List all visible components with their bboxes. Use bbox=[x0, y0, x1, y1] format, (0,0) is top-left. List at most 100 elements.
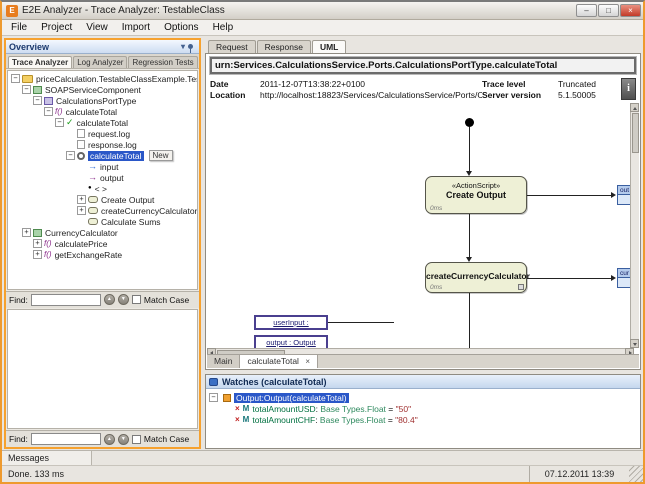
overview-panel: Overview ▾ Trace Analyzer Log Analyzer R… bbox=[4, 38, 201, 449]
resize-grip[interactable] bbox=[629, 466, 643, 482]
date-label: Date bbox=[210, 79, 260, 89]
tree-item-getexchangerate[interactable]: + f() getExchangeRate bbox=[8, 249, 197, 260]
output-object-icon bbox=[223, 394, 231, 402]
tree-item-calculate-sums[interactable]: Calculate Sums bbox=[8, 216, 197, 227]
watch-value: "50" bbox=[396, 404, 412, 414]
tree-item-currencycalculator[interactable]: + CurrencyCalculator bbox=[8, 227, 197, 238]
vertical-scrollbar[interactable] bbox=[630, 103, 639, 348]
menu-file[interactable]: File bbox=[4, 21, 34, 34]
watch-root-row[interactable]: − Output:Output(calculateTotal) bbox=[209, 392, 640, 403]
tree-item-request-log[interactable]: request.log bbox=[8, 128, 197, 139]
collapse-icon[interactable]: − bbox=[66, 151, 75, 160]
tree-item-initialnode[interactable]: ● < > bbox=[8, 183, 197, 194]
pin-icon[interactable] bbox=[188, 44, 193, 49]
tree-item-calculatetotal-op[interactable]: − f() calculateTotal bbox=[8, 106, 197, 117]
watch-item-row[interactable]: × M totalAmountCHF: Base Types.Float = "… bbox=[209, 414, 640, 425]
find-next-button[interactable]: ▼ bbox=[118, 434, 129, 445]
minimize-button[interactable]: – bbox=[576, 4, 597, 17]
match-case-checkbox[interactable] bbox=[132, 295, 141, 304]
tree-item-label: calculateTotal bbox=[77, 118, 129, 128]
collapse-icon[interactable]: − bbox=[55, 118, 64, 127]
expand-icon[interactable]: + bbox=[33, 250, 42, 259]
object-node-userinput[interactable]: userInput : UserInput bbox=[254, 315, 328, 330]
find-next-button[interactable]: ▼ bbox=[118, 294, 129, 305]
scroll-down-button[interactable] bbox=[630, 339, 639, 348]
watch-item-row[interactable]: × M totalAmountUSD: Base Types.Float = "… bbox=[209, 403, 640, 414]
component-icon bbox=[33, 86, 42, 94]
maximize-button[interactable]: □ bbox=[598, 4, 619, 17]
tab-response[interactable]: Response bbox=[257, 40, 311, 53]
flow-edge bbox=[469, 127, 470, 171]
collapse-icon[interactable]: − bbox=[209, 393, 218, 402]
tree-item-label-selected: calculateTotal bbox=[88, 151, 144, 161]
tree-item-calculatetotal-test[interactable]: − ✓ calculateTotal bbox=[8, 117, 197, 128]
component-icon bbox=[33, 229, 42, 237]
tree-item-root[interactable]: − priceCalculation.TestableClassExample.… bbox=[8, 73, 197, 84]
tab-log-analyzer[interactable]: Log Analyzer bbox=[73, 56, 127, 68]
menu-help[interactable]: Help bbox=[206, 21, 241, 34]
tree-item-output[interactable]: → output bbox=[8, 172, 197, 183]
tab-uml[interactable]: UML bbox=[312, 40, 346, 53]
expand-icon[interactable]: + bbox=[33, 239, 42, 248]
tree-item-calculateprice[interactable]: + f() calculatePrice bbox=[8, 238, 197, 249]
vertical-scroll-thumb[interactable] bbox=[632, 113, 639, 153]
find-bar-top: Find: ▲ ▼ Match Case bbox=[6, 291, 199, 308]
title-bar[interactable]: E E2E Analyzer - Trace Analyzer: Testabl… bbox=[2, 2, 643, 20]
initial-node[interactable] bbox=[465, 118, 474, 127]
expand-icon[interactable]: + bbox=[77, 195, 86, 204]
diagram-tab-bar: Main calculateTotal × bbox=[207, 354, 639, 368]
match-case-label: Match Case bbox=[144, 295, 189, 305]
collapse-icon[interactable]: − bbox=[44, 107, 53, 116]
menu-options[interactable]: Options bbox=[157, 21, 205, 34]
find-previous-button[interactable]: ▲ bbox=[104, 434, 115, 445]
match-case-checkbox[interactable] bbox=[132, 435, 141, 444]
tree-item-calculatetotal-trace[interactable]: − calculateTotal New bbox=[8, 150, 197, 161]
watches-tree: − Output:Output(calculateTotal) × M tota… bbox=[206, 389, 640, 425]
collapse-icon[interactable]: − bbox=[11, 74, 20, 83]
action-node-createcurrencycalculator[interactable]: createCurrencyCalculator 0ms bbox=[425, 262, 527, 293]
duration-badge: 0ms bbox=[430, 205, 442, 212]
server-version-value: 5.1.50005 bbox=[558, 90, 616, 100]
tree-item-input[interactable]: → input bbox=[8, 161, 197, 172]
expand-icon[interactable]: + bbox=[77, 206, 86, 215]
find-previous-button[interactable]: ▲ bbox=[104, 294, 115, 305]
close-button[interactable]: × bbox=[620, 4, 641, 17]
action-node-create-output[interactable]: «ActionScript» Create Output 0ms bbox=[425, 176, 527, 214]
uml-diagram-canvas[interactable]: «ActionScript» Create Output 0ms out cre… bbox=[207, 103, 634, 348]
menu-import[interactable]: Import bbox=[115, 21, 157, 34]
collapse-icon[interactable]: − bbox=[33, 96, 42, 105]
collapse-icon[interactable]: − bbox=[22, 85, 31, 94]
find-input-bottom[interactable] bbox=[31, 433, 101, 445]
object-node-output[interactable]: output : Output bbox=[254, 335, 328, 348]
tree-item-label: CurrencyCalculator bbox=[45, 228, 118, 238]
object-edge bbox=[527, 278, 611, 279]
tab-calculatetotal-diagram[interactable]: calculateTotal × bbox=[240, 355, 318, 368]
object-edge bbox=[328, 322, 394, 323]
tab-trace-analyzer[interactable]: Trace Analyzer bbox=[8, 56, 72, 68]
input-arrow-icon: → bbox=[88, 162, 97, 171]
chevron-down-icon[interactable]: ▾ bbox=[181, 42, 185, 52]
tab-regression-tests[interactable]: Regression Tests bbox=[128, 56, 197, 68]
tree-item-soapservicecomponent[interactable]: − SOAPServiceComponent bbox=[8, 84, 197, 95]
remove-watch-icon[interactable]: × bbox=[235, 404, 240, 413]
tree-item-calculationsporttype[interactable]: − CalculationsPortType bbox=[8, 95, 197, 106]
menu-project[interactable]: Project bbox=[34, 21, 79, 34]
find-input[interactable] bbox=[31, 294, 101, 306]
expand-icon[interactable]: + bbox=[22, 228, 31, 237]
watch-type: Base Types.Float bbox=[320, 404, 386, 414]
tree-item-response-log[interactable]: response.log bbox=[8, 139, 197, 150]
tab-main-diagram[interactable]: Main bbox=[207, 355, 240, 368]
secondary-tree-area[interactable] bbox=[7, 309, 198, 429]
window-controls: – □ × bbox=[576, 4, 643, 17]
overview-panel-header[interactable]: Overview ▾ bbox=[6, 40, 199, 54]
close-tab-icon[interactable]: × bbox=[305, 357, 310, 366]
remove-watch-icon[interactable]: × bbox=[235, 415, 240, 424]
watches-header[interactable]: Watches (calculateTotal) bbox=[206, 375, 640, 389]
tree-item-createcurrencycalculator[interactable]: + createCurrencyCalculator bbox=[8, 205, 197, 216]
scroll-up-button[interactable] bbox=[630, 103, 639, 112]
menu-view[interactable]: View bbox=[79, 21, 115, 34]
tree-item-create-output[interactable]: + Create Output bbox=[8, 194, 197, 205]
tab-request[interactable]: Request bbox=[208, 40, 256, 53]
info-button[interactable]: i bbox=[621, 78, 636, 100]
messages-tab[interactable]: Messages bbox=[2, 451, 92, 465]
